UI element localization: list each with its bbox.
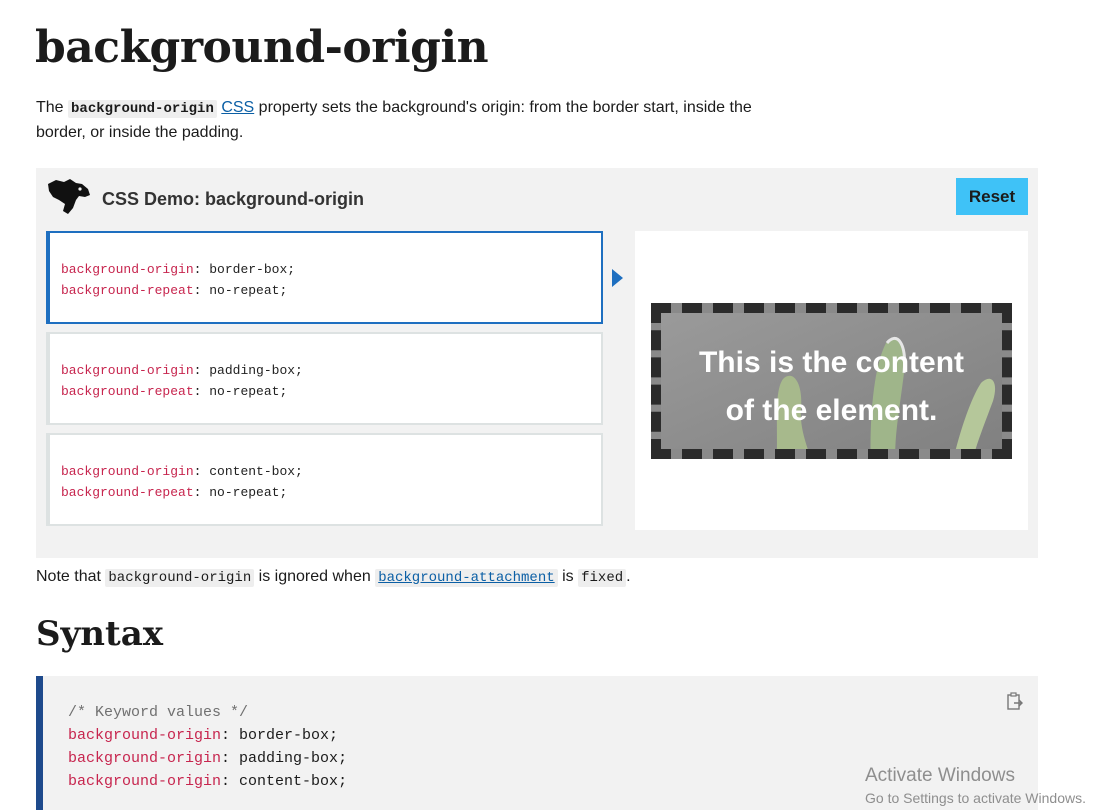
demo-header: CSS Demo: background-origin Reset — [46, 178, 1028, 218]
syntax-heading: Syntax — [36, 614, 164, 654]
code-property: background-origin — [68, 773, 222, 790]
property-name: background-origin — [61, 363, 194, 378]
reset-button[interactable]: Reset — [956, 178, 1028, 215]
note-code-origin: background-origin — [105, 569, 255, 587]
property-name: background-origin — [61, 464, 194, 479]
windows-activation-watermark: Activate Windows Go to Settings to activ… — [865, 765, 1086, 806]
note-is: is — [562, 568, 574, 585]
property-name: background-repeat — [61, 384, 194, 399]
mdn-dino-logo-icon — [48, 179, 90, 214]
note-paragraph: Note that background-origin is ignored w… — [36, 566, 631, 589]
background-attachment-link[interactable]: background-attachment — [375, 568, 558, 587]
example-text: This is the content of the element. — [661, 339, 1002, 435]
property-name: background-repeat — [61, 283, 194, 298]
code-line: background-origin: border-box; — [68, 727, 339, 744]
code-property: background-origin — [68, 750, 222, 767]
css-link[interactable]: CSS — [221, 99, 254, 116]
intro-prefix: The — [36, 99, 64, 116]
play-arrow-icon — [612, 269, 623, 287]
intro-paragraph: The background-origin CSS property sets … — [36, 96, 776, 145]
choice-content-box[interactable]: background-origin: content-box; backgrou… — [46, 433, 603, 526]
copy-clipboard-icon[interactable] — [1006, 692, 1024, 712]
note-code-fixed: fixed — [578, 569, 627, 587]
property-value: content-box; — [209, 464, 303, 479]
note-prefix: Note that — [36, 568, 101, 585]
demo-choices: background-origin: border-box; backgroun… — [46, 231, 603, 534]
watermark-line-2: Go to Settings to activate Windows. — [865, 790, 1086, 806]
choice-padding-box[interactable]: background-origin: padding-box; backgrou… — [46, 332, 603, 425]
choice-line-1: background-origin: border-box; — [61, 262, 296, 277]
page-title: background-origin — [35, 22, 489, 73]
example-text-line-2: of the element. — [725, 394, 938, 427]
property-name: background-repeat — [61, 485, 194, 500]
choice-line-2: background-repeat: no-repeat; — [61, 283, 288, 298]
example-element: This is the content of the element. — [651, 303, 1012, 459]
example-text-line-1: This is the content — [698, 346, 965, 379]
code-property: background-origin — [68, 727, 222, 744]
code-value: padding-box; — [239, 750, 348, 767]
interactive-demo: CSS Demo: background-origin Reset backgr… — [36, 168, 1038, 558]
choice-border-box[interactable]: background-origin: border-box; backgroun… — [46, 231, 603, 324]
code-value: border-box; — [239, 727, 339, 744]
property-value: no-repeat; — [209, 384, 288, 399]
note-end: . — [626, 568, 631, 585]
property-value: border-box; — [209, 262, 296, 277]
choice-line-2: background-repeat: no-repeat; — [61, 384, 288, 399]
choice-line-1: background-origin: padding-box; — [61, 363, 303, 378]
property-value: no-repeat; — [209, 485, 288, 500]
note-middle: is ignored when — [258, 568, 371, 585]
code-value: content-box; — [239, 773, 348, 790]
code-comment: /* Keyword values */ — [68, 704, 249, 721]
property-value: padding-box; — [209, 363, 303, 378]
property-name: background-origin — [61, 262, 194, 277]
choice-line-2: background-repeat: no-repeat; — [61, 485, 288, 500]
watermark-line-1: Activate Windows — [865, 765, 1015, 786]
demo-output: This is the content of the element. — [635, 231, 1028, 530]
demo-title: CSS Demo: background-origin — [102, 189, 365, 209]
choice-line-1: background-origin: content-box; — [61, 464, 303, 479]
intro-code: background-origin — [68, 100, 217, 118]
property-value: no-repeat; — [209, 283, 288, 298]
note-code-attachment: background-attachment — [375, 569, 558, 587]
